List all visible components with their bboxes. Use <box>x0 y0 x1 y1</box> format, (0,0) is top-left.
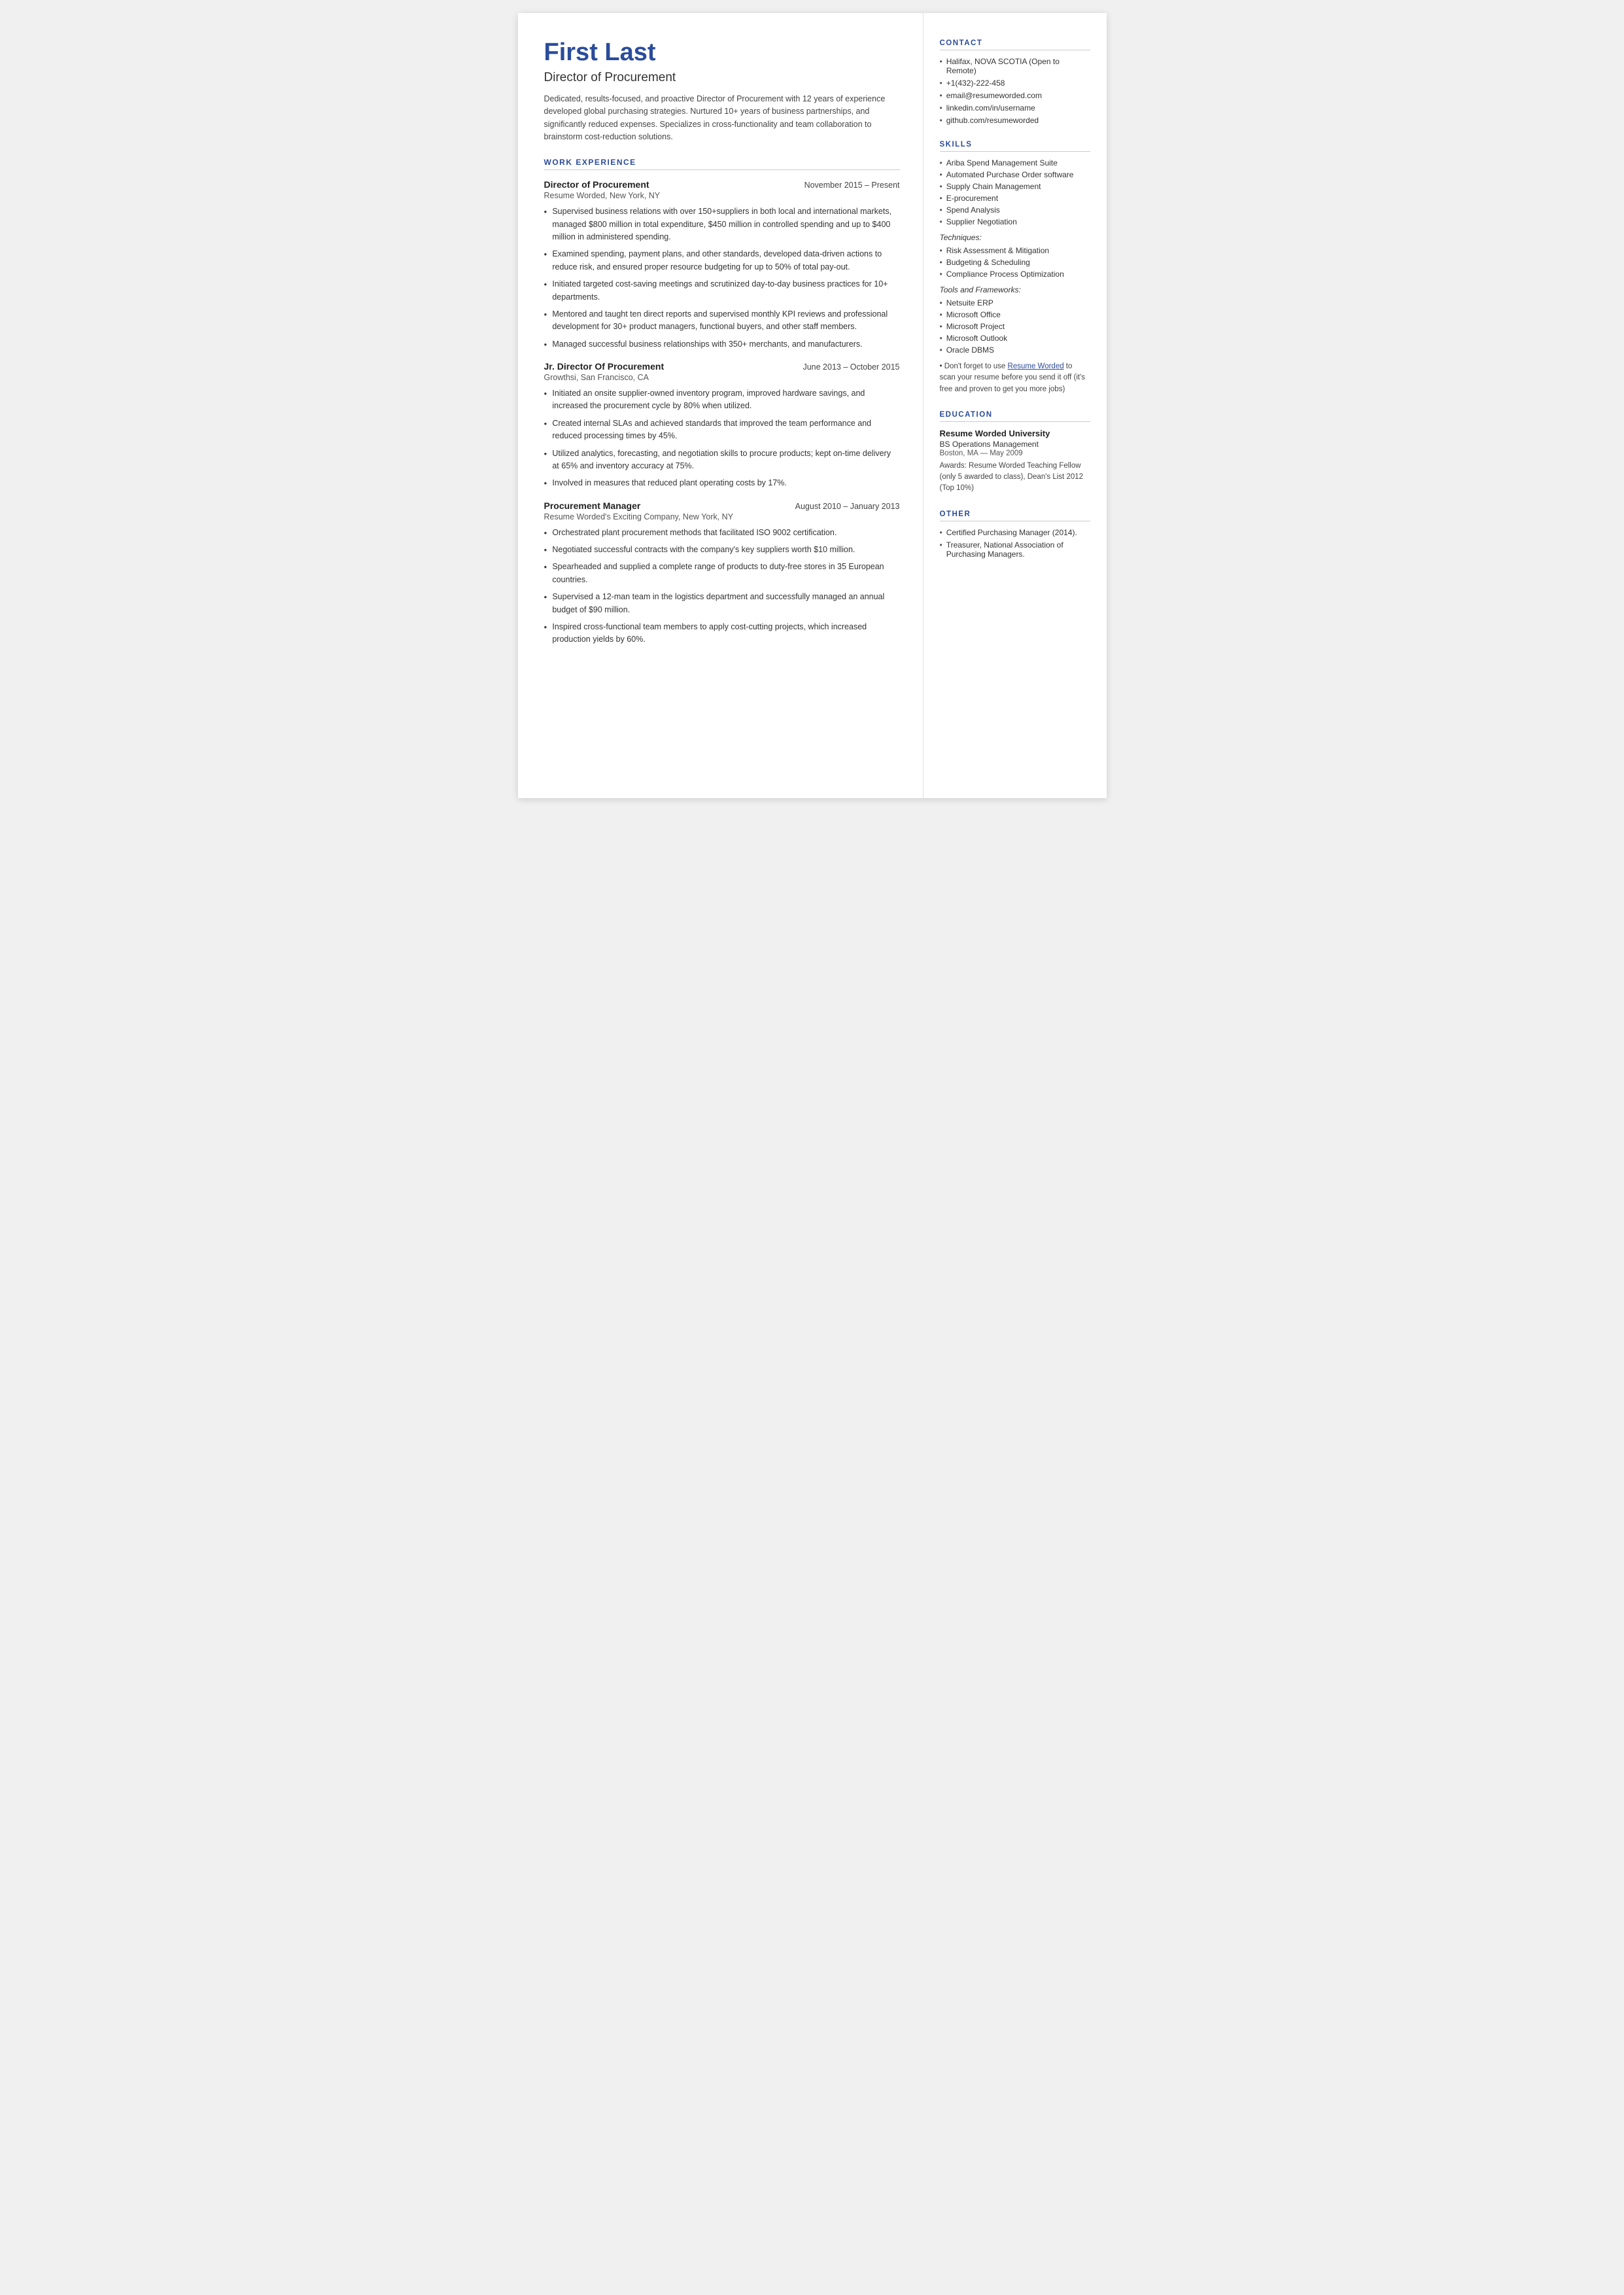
other-item-0: Certified Purchasing Manager (2014). <box>940 528 1090 537</box>
techniques-list: Risk Assessment & Mitigation Budgeting &… <box>940 246 1090 279</box>
bullet-1-0: Initiated an onsite supplier-owned inven… <box>544 387 900 413</box>
job-header-1: Jr. Director Of Procurement June 2013 – … <box>544 361 900 372</box>
resume-container: First Last Director of Procurement Dedic… <box>518 13 1107 798</box>
bullet-1-3: Involved in measures that reduced plant … <box>544 477 900 489</box>
other-item-1: Treasurer, National Association of Purch… <box>940 540 1090 559</box>
contact-section: CONTACT Halifax, NOVA SCOTIA (Open to Re… <box>940 39 1090 125</box>
job-dates-2: August 2010 – January 2013 <box>795 502 900 511</box>
bullet-2-1: Negotiated successful contracts with the… <box>544 544 900 556</box>
job-block-2: Procurement Manager August 2010 – Januar… <box>544 500 900 646</box>
contact-item-1: +1(432)-222-458 <box>940 79 1090 88</box>
education-section: EDUCATION Resume Worded University BS Op… <box>940 411 1090 495</box>
contact-item-3: linkedin.com/in/username <box>940 103 1090 113</box>
skill-5: Supplier Negotiation <box>940 217 1090 226</box>
full-name: First Last <box>544 39 900 67</box>
tools-list: Netsuite ERP Microsoft Office Microsoft … <box>940 298 1090 355</box>
bullet-1-2: Utilized analytics, forecasting, and neg… <box>544 447 900 473</box>
contact-item-2: email@resumeworded.com <box>940 91 1090 100</box>
job-dates-0: November 2015 – Present <box>804 181 900 190</box>
bullet-0-3: Mentored and taught ten direct reports a… <box>544 308 900 334</box>
contact-section-title: CONTACT <box>940 39 1090 50</box>
tool-1: Microsoft Office <box>940 310 1090 319</box>
resume-worded-note: • Don't forget to use Resume Worded to s… <box>940 361 1090 395</box>
job-block-1: Jr. Director Of Procurement June 2013 – … <box>544 361 900 490</box>
bullet-2-3: Supervised a 12-man team in the logistic… <box>544 591 900 616</box>
tool-2: Microsoft Project <box>940 322 1090 331</box>
bullet-2-0: Orchestrated plant procurement methods t… <box>544 527 900 539</box>
tool-4: Oracle DBMS <box>940 345 1090 355</box>
education-degree: BS Operations Management <box>940 440 1090 449</box>
education-awards: Awards: Resume Worded Teaching Fellow (o… <box>940 461 1090 495</box>
job-block-0: Director of Procurement November 2015 – … <box>544 179 900 351</box>
bullet-2-2: Spearheaded and supplied a complete rang… <box>544 561 900 586</box>
job-header-0: Director of Procurement November 2015 – … <box>544 179 900 190</box>
name-title-block: First Last Director of Procurement Dedic… <box>544 39 900 143</box>
other-section-title: OTHER <box>940 510 1090 521</box>
other-list: Certified Purchasing Manager (2014). Tre… <box>940 528 1090 559</box>
bullet-1-1: Created internal SLAs and achieved stand… <box>544 417 900 443</box>
resume-worded-link[interactable]: Resume Worded <box>1008 362 1064 370</box>
skill-3: E-procurement <box>940 194 1090 203</box>
contact-item-0: Halifax, NOVA SCOTIA (Open to Remote) <box>940 57 1090 75</box>
other-section: OTHER Certified Purchasing Manager (2014… <box>940 510 1090 559</box>
skill-0: Ariba Spend Management Suite <box>940 158 1090 167</box>
work-experience-section-title: WORK EXPERIENCE <box>544 158 900 170</box>
bullet-0-0: Supervised business relations with over … <box>544 205 900 243</box>
tool-0: Netsuite ERP <box>940 298 1090 307</box>
job-header-2: Procurement Manager August 2010 – Januar… <box>544 500 900 511</box>
education-school: Resume Worded University <box>940 429 1090 438</box>
skill-4: Spend Analysis <box>940 205 1090 215</box>
bullet-0-2: Initiated targeted cost-saving meetings … <box>544 278 900 304</box>
technique-2: Compliance Process Optimization <box>940 270 1090 279</box>
job-bullets-1: Initiated an onsite supplier-owned inven… <box>544 387 900 490</box>
job-bullets-0: Supervised business relations with over … <box>544 205 900 351</box>
technique-0: Risk Assessment & Mitigation <box>940 246 1090 255</box>
skills-main-list: Ariba Spend Management Suite Automated P… <box>940 158 1090 226</box>
bullet-2-4: Inspired cross-functional team members t… <box>544 621 900 646</box>
education-section-title: EDUCATION <box>940 411 1090 422</box>
skills-section: SKILLS Ariba Spend Management Suite Auto… <box>940 141 1090 395</box>
job-dates-1: June 2013 – October 2015 <box>803 362 899 372</box>
tools-label: Tools and Frameworks: <box>940 285 1090 294</box>
job-title-header: Director of Procurement <box>544 71 900 85</box>
contact-item-4: github.com/resumeworded <box>940 116 1090 125</box>
job-title-1: Jr. Director Of Procurement <box>544 361 665 372</box>
main-column: First Last Director of Procurement Dedic… <box>518 13 924 798</box>
skill-1: Automated Purchase Order software <box>940 170 1090 179</box>
job-company-0: Resume Worded, New York, NY <box>544 191 900 200</box>
contact-list: Halifax, NOVA SCOTIA (Open to Remote) +1… <box>940 57 1090 125</box>
job-bullets-2: Orchestrated plant procurement methods t… <box>544 527 900 646</box>
skill-2: Supply Chain Management <box>940 182 1090 191</box>
job-company-1: Growthsi, San Francisco, CA <box>544 373 900 382</box>
summary-text: Dedicated, results-focused, and proactiv… <box>544 93 900 144</box>
technique-1: Budgeting & Scheduling <box>940 258 1090 267</box>
sidebar-column: CONTACT Halifax, NOVA SCOTIA (Open to Re… <box>924 13 1107 798</box>
job-title-0: Director of Procurement <box>544 179 649 190</box>
education-date: Boston, MA — May 2009 <box>940 449 1090 457</box>
job-company-2: Resume Worded's Exciting Company, New Yo… <box>544 512 900 521</box>
bullet-0-4: Managed successful business relationship… <box>544 338 900 351</box>
bullet-0-1: Examined spending, payment plans, and ot… <box>544 248 900 273</box>
skills-section-title: SKILLS <box>940 141 1090 152</box>
tool-3: Microsoft Outlook <box>940 334 1090 343</box>
techniques-label: Techniques: <box>940 233 1090 242</box>
job-title-2: Procurement Manager <box>544 500 641 511</box>
